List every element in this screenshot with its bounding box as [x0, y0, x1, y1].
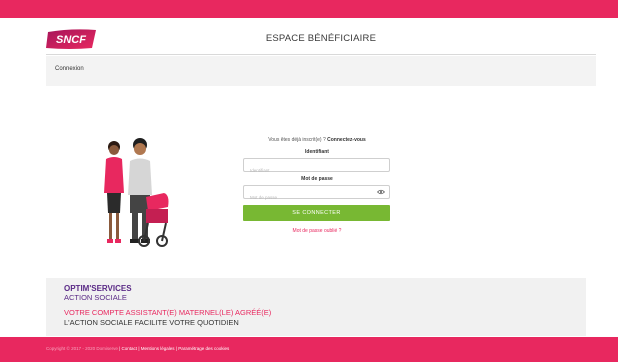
promo-tagline: L'ACTION SOCIALE FACILITE VOTRE QUOTIDIE… — [64, 318, 239, 327]
footer-copyright: Copyright © 2017 - 2020 Domiserve — [46, 346, 118, 351]
login-prompt-strong: Connectez-vous — [327, 137, 366, 143]
family-stroller-illustration — [104, 138, 169, 247]
identifier-field-wrapper — [243, 158, 390, 177]
header: SNCF ESPACE BÉNÉFICIAIRE — [46, 20, 596, 55]
breadcrumb: Connexion — [55, 66, 84, 72]
forgot-password-link[interactable]: Mot de passe oublié ? — [243, 228, 391, 234]
identifier-label: Identifiant — [305, 149, 329, 155]
login-form: Vous êtes déjà inscrit(e) ? Connectez-vo… — [243, 137, 391, 234]
top-accent-bar — [0, 0, 618, 18]
password-field-wrapper — [243, 185, 390, 204]
login-prompt: Vous êtes déjà inscrit(e) ? Connectez-vo… — [243, 137, 391, 145]
login-submit-button[interactable]: SE CONNECTER — [243, 205, 390, 221]
password-input[interactable] — [244, 191, 389, 204]
promo-account-title: VOTRE COMPTE ASSISTANT(E) MATERNEL(LE) A… — [64, 308, 272, 317]
login-prompt-text: Vous êtes déjà inscrit(e) ? — [268, 137, 328, 143]
promo-service-subtitle: ACTION SOCIALE — [64, 293, 127, 302]
footer-contact-link[interactable]: Contact — [122, 346, 138, 351]
page-title: ESPACE BÉNÉFICIAIRE — [265, 33, 377, 44]
page: SNCF ESPACE BÉNÉFICIAIRE Connexion Vous … — [0, 0, 618, 362]
breadcrumb-bar: Connexion — [46, 56, 596, 86]
promo-service-name: OPTIM'SERVICES — [64, 284, 132, 293]
identifier-input[interactable] — [244, 164, 389, 177]
footer-legal-link[interactable]: Mentions légales — [141, 346, 175, 351]
footer-links: Copyright © 2017 - 2020 Domiserve | Cont… — [46, 346, 229, 351]
eye-icon[interactable] — [377, 189, 385, 195]
footer: Copyright © 2017 - 2020 Domiserve | Cont… — [0, 337, 618, 362]
footer-cookies-link[interactable]: Paramétrage des cookies — [178, 346, 229, 351]
promo-banner: OPTIM'SERVICES ACTION SOCIALE VOTRE COMP… — [46, 278, 586, 336]
password-label: Mot de passe — [301, 176, 333, 182]
